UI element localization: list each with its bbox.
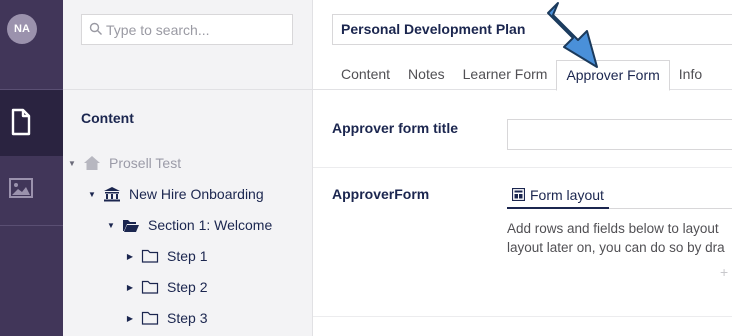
form-layout-help-text: Add rows and fields below to layout layo… [507, 219, 732, 257]
help-line: Add rows and fields below to layout [507, 221, 719, 236]
add-row-icon[interactable]: + [720, 264, 728, 280]
rail-item-media[interactable] [0, 157, 63, 223]
home-icon [81, 153, 103, 173]
rail-header: NA [0, 0, 63, 90]
user-avatar[interactable]: NA [7, 14, 37, 44]
tree-node-step-3[interactable]: ▶ Step 3 [125, 306, 208, 330]
tree-node-onboarding[interactable]: ▼ New Hire Onboarding [87, 182, 264, 206]
image-icon [9, 178, 33, 198]
tree-node-label: New Hire Onboarding [129, 186, 264, 202]
help-line: layout later on, you can do so by dra [507, 240, 725, 255]
property-divider [313, 316, 732, 317]
approver-form-title-input[interactable] [507, 119, 732, 150]
tree-header [63, 0, 313, 90]
search-input[interactable] [106, 19, 286, 41]
tree-node-root[interactable]: ▼ Prosell Test [67, 151, 181, 175]
tree-title: Content [81, 110, 134, 126]
editor-header: Personal Development Plan Content Notes … [313, 0, 732, 91]
content-tree-panel: Content ▼ Prosell Test ▼ New Hire Onboar… [63, 0, 313, 336]
institution-icon [101, 184, 123, 204]
editor-panel: Personal Development Plan Content Notes … [313, 0, 732, 336]
tree-node-section-1[interactable]: ▼ Section 1: Welcome [106, 213, 272, 237]
search-box[interactable] [81, 14, 293, 45]
folder-open-icon [120, 215, 142, 235]
caret-down-icon[interactable]: ▼ [67, 159, 77, 168]
tab-notes[interactable]: Notes [399, 60, 454, 90]
form-layout-tab[interactable]: Form layout [530, 187, 604, 203]
tree-node-label: Section 1: Welcome [148, 217, 273, 233]
tab-info[interactable]: Info [670, 60, 711, 90]
folder-icon [139, 277, 161, 297]
form-layout-tab-strip: Form layout [507, 184, 732, 209]
folder-icon [139, 246, 161, 266]
tree-node-step-1[interactable]: ▶ Step 1 [125, 244, 208, 268]
caret-right-icon[interactable]: ▶ [125, 252, 135, 261]
caret-right-icon[interactable]: ▶ [125, 283, 135, 292]
caret-down-icon[interactable]: ▼ [87, 190, 97, 199]
left-rail: NA [0, 0, 63, 336]
active-tab-underline [507, 207, 609, 209]
editor-tabs: Content Notes Learner Form Approver Form… [332, 60, 711, 91]
form-layout-icon [512, 188, 525, 201]
rail-divider [0, 225, 63, 226]
tree-node-label: Step 3 [167, 310, 208, 326]
tree-node-label: Step 1 [167, 248, 208, 264]
document-icon [11, 108, 31, 136]
tree-node-label: Prosell Test [109, 155, 182, 171]
folder-icon [139, 308, 161, 328]
content-name-input[interactable]: Personal Development Plan [332, 14, 732, 45]
property-divider [313, 167, 732, 168]
search-icon [89, 22, 102, 35]
rail-item-content[interactable] [0, 90, 63, 156]
tab-content[interactable]: Content [332, 60, 399, 90]
approver-form-label: ApproverForm [332, 186, 430, 202]
approver-form-title-label: Approver form title [332, 120, 459, 136]
tree-node-label: Step 2 [167, 279, 208, 295]
caret-right-icon[interactable]: ▶ [125, 314, 135, 323]
tree-node-step-2[interactable]: ▶ Step 2 [125, 275, 208, 299]
caret-down-icon[interactable]: ▼ [106, 221, 116, 230]
annotation-arrow-icon [547, 2, 598, 68]
